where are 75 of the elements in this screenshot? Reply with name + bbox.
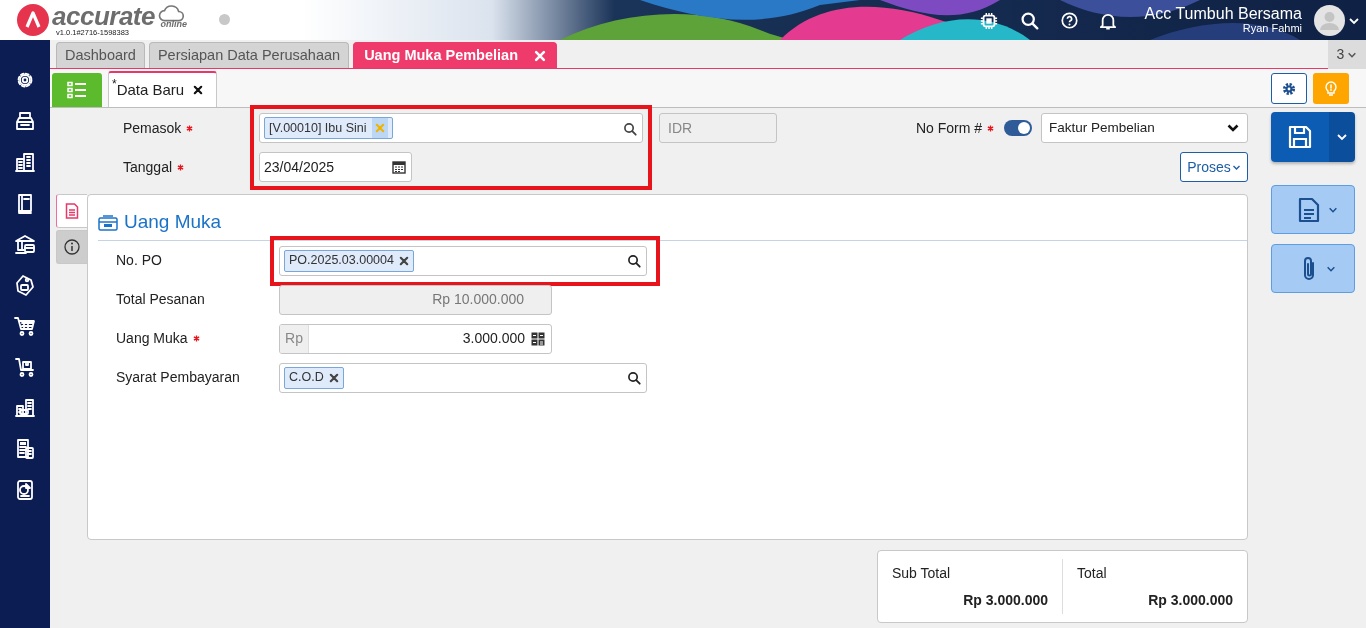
logo-subtitle: online [160,20,187,29]
close-icon[interactable] [193,85,204,95]
gear-icon [1282,81,1296,96]
close-icon[interactable] [398,255,409,266]
logo-icon[interactable] [16,3,50,37]
chart-document-icon[interactable] [14,478,36,501]
status-dot [218,14,230,25]
tab[interactable]: Persiapan Data Perusahaan [148,42,350,68]
search-icon[interactable] [627,371,641,386]
cash-register-icon[interactable] [14,109,36,132]
search-icon[interactable] [627,254,641,269]
field-label: Pemasok [123,118,182,138]
caret-icon [1227,122,1239,134]
search-icon[interactable] [623,121,637,136]
field-label: No Form # [915,118,982,138]
light-bulb-icon [1324,80,1338,97]
total-value: Rp 3.000.000 [963,591,1048,610]
field-label: Syarat Pembayaran [116,368,240,387]
company-name: Acc Tumbuh Bersama [1144,5,1302,23]
price-tag-icon[interactable] [14,273,36,296]
tag[interactable]: [V.00010] Ibu Sini [264,117,393,139]
help-icon[interactable] [1060,12,1078,30]
calendar-icon[interactable] [392,160,406,174]
lookup-field[interactable]: C.O.D [279,362,647,393]
building-icon[interactable] [14,150,36,173]
settings-button[interactable] [1271,73,1307,104]
tag[interactable]: C.O.D [284,366,344,389]
tab-count-dropdown[interactable]: 3 [1328,40,1366,69]
supplier-field[interactable]: [V.00010] Ibu Sini [259,113,643,143]
floppy-icon [1286,124,1313,150]
process-button[interactable]: Proses [1180,152,1248,182]
lookup-field[interactable]: PO.2025.03.00004 [279,245,647,276]
date-field[interactable]: 23/04/2025 [259,152,412,182]
save-options-button[interactable] [1328,112,1355,162]
search-icon[interactable] [1019,11,1039,31]
tab[interactable]: Dashboard [56,42,145,68]
city-icon[interactable] [14,396,36,419]
panel-title: Uang Muka [124,210,222,235]
down-payment-icon [98,214,118,231]
calculator-icon[interactable] [531,331,545,346]
tag[interactable]: PO.2025.03.00004 [284,249,414,272]
chip-icon[interactable] [979,11,998,30]
total-label: Sub Total [892,564,952,583]
attachment-button[interactable] [1270,244,1355,293]
info-icon [64,239,80,255]
amount-field[interactable]: Rp 3.000.000 [279,323,552,354]
document-icon [1297,196,1320,223]
document-tab[interactable]: $^{*}$Data Baru [108,71,217,107]
user-name: Ryan Fahmi [1241,22,1302,35]
total-label: Total [1077,564,1108,583]
save-button[interactable] [1270,112,1329,162]
cart-box-icon[interactable] [14,355,36,378]
cart-icon[interactable] [14,314,36,337]
field-label: Uang Muka [116,329,188,348]
field-label: Total Pesanan [116,290,205,309]
logo-text[interactable]: accurate [52,3,155,29]
form-type-select[interactable]: Faktur Pembelian [1041,113,1248,143]
document-icon [65,203,79,219]
caret-icon [1335,131,1348,143]
close-icon[interactable] [328,372,339,383]
toggle-switch[interactable] [1004,120,1032,136]
currency-field: IDR [659,113,777,143]
print-button[interactable] [1270,185,1355,234]
bell-icon[interactable] [1099,11,1116,30]
total-value: Rp 3.000.000 [1148,591,1233,610]
avatar-icon[interactable] [1314,4,1345,36]
bank-icon[interactable] [14,232,36,255]
readonly-field: Rp 10.000.000 [279,284,552,315]
field-label: No. PO [116,251,162,270]
side-tab[interactable] [56,194,87,228]
field-label: Tanggal [123,157,173,177]
list-icon [67,81,87,99]
tab[interactable]: Uang Muka Pembelian [353,42,558,68]
side-tab[interactable] [56,230,87,264]
tax-document-icon[interactable] [14,437,36,460]
